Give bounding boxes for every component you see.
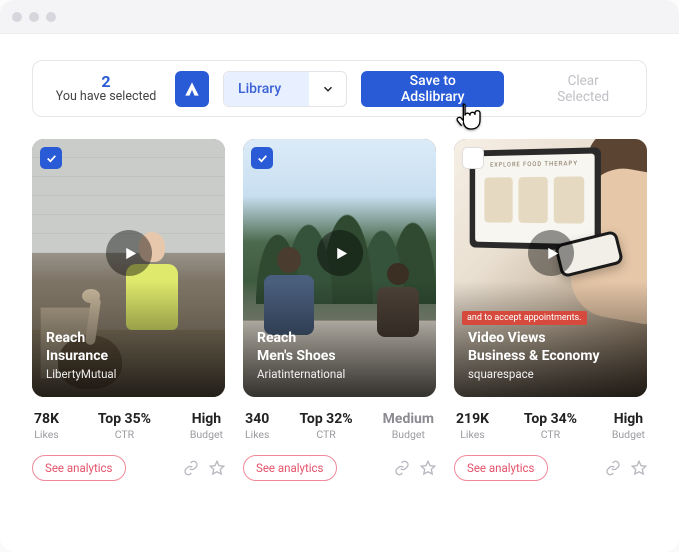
ad-column: Reach Insurance LibertyMutual 78KLikes T…: [32, 139, 225, 481]
ctr-value: Top 35%: [98, 411, 151, 428]
card-overlay: Reach Men's Shoes Ariatinternational: [243, 316, 436, 397]
budget-value: Medium: [383, 411, 434, 428]
ad-stats: 219KLikes Top 34%CTR HighBudget: [454, 411, 647, 441]
selection-toolbar: 2 You have selected Library Save to Adsl…: [32, 60, 647, 117]
ad-brand: LibertyMutual: [46, 367, 211, 381]
ad-category: Men's Shoes: [257, 348, 422, 366]
ad-card[interactable]: EXPLORE FOOD THERAPY and to accept appoi…: [454, 139, 647, 397]
play-icon[interactable]: [106, 230, 152, 276]
ad-stats: 340Likes Top 32%CTR MediumBudget: [243, 411, 436, 441]
star-icon[interactable]: [631, 460, 647, 476]
likes-value: 219K: [456, 411, 489, 428]
ctr-value: Top 32%: [299, 411, 352, 428]
selection-count-label: You have selected: [56, 90, 157, 104]
budget-value: High: [612, 411, 645, 428]
window-dot: [29, 12, 39, 22]
clear-selected-button[interactable]: Clear Selected: [532, 73, 634, 105]
budget-value: High: [190, 411, 223, 428]
ad-goal: Video Views: [468, 330, 633, 348]
adslibrary-logo-icon: [175, 71, 209, 107]
window-dot: [46, 12, 56, 22]
ad-card[interactable]: Reach Insurance LibertyMutual: [32, 139, 225, 397]
ctr-label: CTR: [299, 429, 352, 442]
select-checkbox[interactable]: [462, 147, 484, 169]
ad-grid: Reach Insurance LibertyMutual 78KLikes T…: [32, 139, 647, 481]
likes-value: 78K: [34, 411, 59, 428]
likes-label: Likes: [456, 429, 489, 442]
card-overlay: Video Views Business & Economy squarespa…: [454, 316, 647, 397]
card-footer: See analytics: [454, 455, 647, 481]
ad-category: Insurance: [46, 348, 211, 366]
window-dot: [12, 12, 22, 22]
save-to-adslibrary-button[interactable]: Save to Adslibrary: [361, 71, 504, 107]
ad-category: Business & Economy: [468, 348, 633, 366]
budget-label: Budget: [612, 429, 645, 442]
budget-label: Budget: [190, 429, 223, 442]
selection-count: 2 You have selected: [51, 73, 161, 104]
link-icon[interactable]: [605, 460, 621, 476]
ctr-label: CTR: [98, 429, 151, 442]
chevron-down-icon: [309, 82, 346, 96]
star-icon[interactable]: [209, 460, 225, 476]
link-icon[interactable]: [183, 460, 199, 476]
card-overlay: Reach Insurance LibertyMutual: [32, 316, 225, 397]
play-icon[interactable]: [317, 230, 363, 276]
dropdown-value: Library: [224, 72, 309, 106]
ad-stats: 78KLikes Top 35%CTR HighBudget: [32, 411, 225, 441]
ad-goal: Reach: [46, 330, 211, 348]
budget-label: Budget: [383, 429, 434, 442]
star-icon[interactable]: [420, 460, 436, 476]
play-icon[interactable]: [528, 230, 574, 276]
select-checkbox[interactable]: [251, 147, 273, 169]
library-dropdown[interactable]: Library: [223, 71, 347, 107]
see-analytics-button[interactable]: See analytics: [32, 455, 126, 481]
likes-label: Likes: [245, 429, 269, 442]
app-window: 2 You have selected Library Save to Adsl…: [0, 0, 679, 552]
ctr-label: CTR: [524, 429, 577, 442]
see-analytics-button[interactable]: See analytics: [454, 455, 548, 481]
ad-brand: Ariatinternational: [257, 367, 422, 381]
window-titlebar: [0, 0, 679, 34]
card-footer: See analytics: [243, 455, 436, 481]
ad-goal: Reach: [257, 330, 422, 348]
card-footer: See analytics: [32, 455, 225, 481]
ctr-value: Top 34%: [524, 411, 577, 428]
ad-card[interactable]: Reach Men's Shoes Ariatinternational: [243, 139, 436, 397]
ad-column: Reach Men's Shoes Ariatinternational 340…: [243, 139, 436, 481]
select-checkbox[interactable]: [40, 147, 62, 169]
likes-value: 340: [245, 411, 269, 428]
link-icon[interactable]: [394, 460, 410, 476]
ad-brand: squarespace: [468, 367, 633, 381]
selection-count-number: 2: [101, 73, 110, 91]
likes-label: Likes: [34, 429, 59, 442]
see-analytics-button[interactable]: See analytics: [243, 455, 337, 481]
ad-column: EXPLORE FOOD THERAPY and to accept appoi…: [454, 139, 647, 481]
